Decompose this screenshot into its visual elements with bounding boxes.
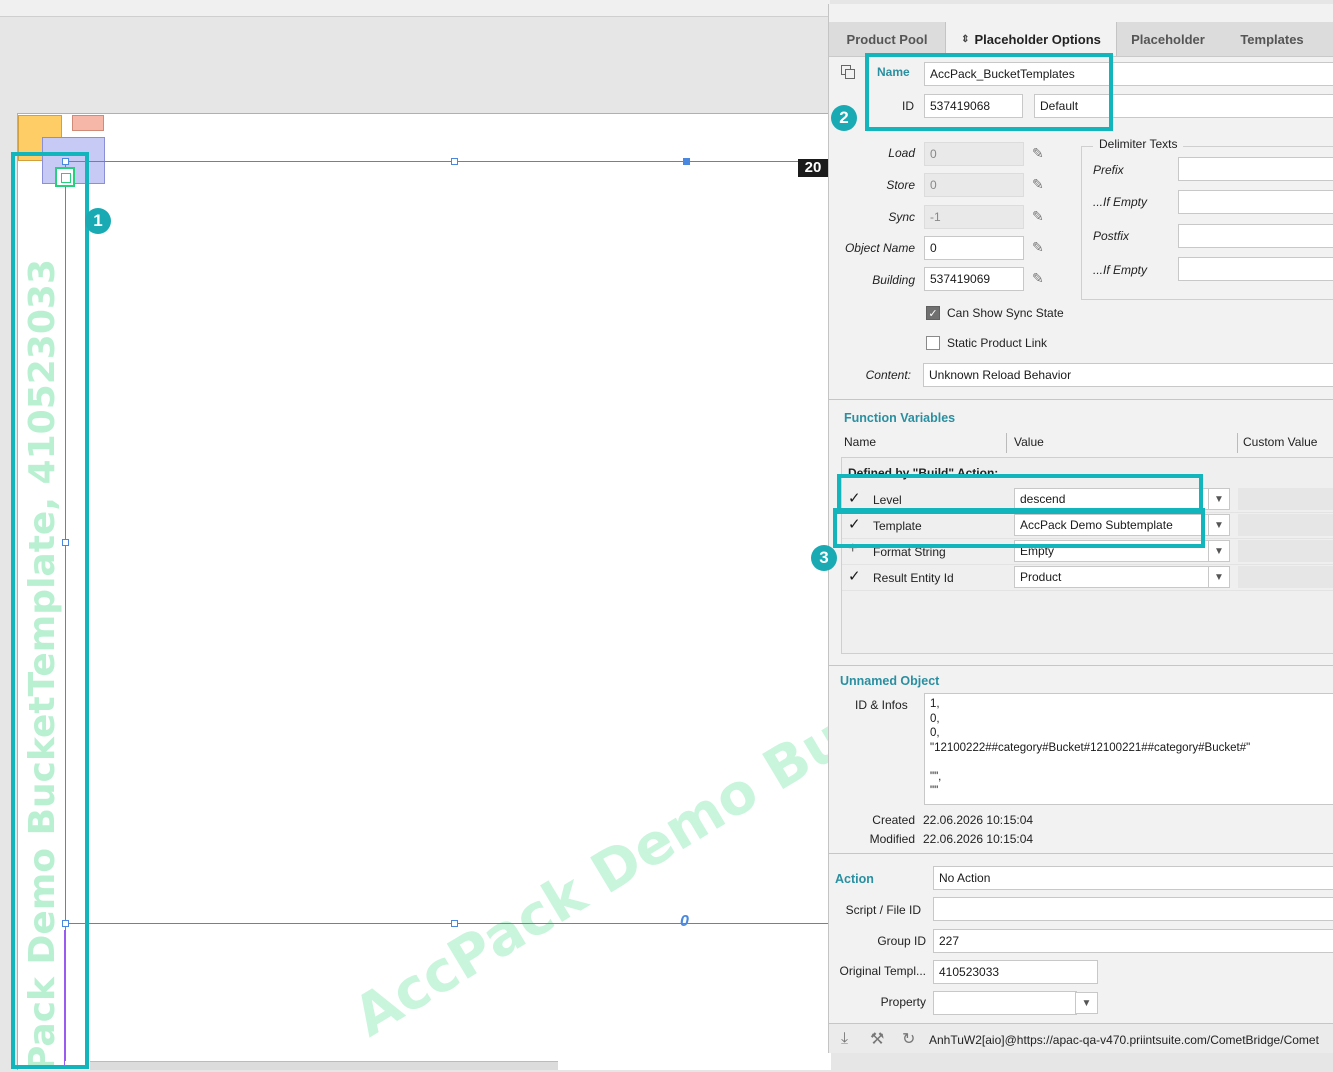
guide-bottom [65, 923, 830, 924]
row-mark: ✓ [848, 568, 861, 585]
guide-top [65, 161, 830, 162]
column-divider [1006, 433, 1007, 453]
static-product-link-checkbox[interactable] [926, 336, 940, 350]
document-page[interactable]: AccPack Demo BucketT [17, 113, 831, 1070]
unnamed-object-title: Unnamed Object [840, 674, 940, 688]
property-select[interactable] [933, 991, 1077, 1015]
annotation-box-2 [865, 53, 1113, 131]
postfix-label: Postfix [1093, 229, 1130, 243]
action-field[interactable]: No Action [933, 866, 1333, 890]
annotation-badge-1: 1 [85, 208, 111, 234]
column-header-value: Value [1014, 435, 1044, 449]
static-product-link-label: Static Product Link [947, 336, 1048, 350]
column-header-custom-value: Custom Value [1243, 435, 1318, 449]
building-label: Building [872, 273, 915, 287]
can-show-sync-state-label: Can Show Sync State [947, 306, 1064, 320]
annotation-box-1 [11, 152, 89, 1069]
created-value: 22.06.2026 10:15:04 [923, 813, 1034, 827]
edit-script-icon[interactable]: ✎ [1032, 239, 1044, 256]
if-empty-label: ...If Empty [1093, 195, 1148, 209]
sync-field: -1 [924, 205, 1024, 229]
modified-value: 22.06.2026 10:15:04 [923, 832, 1034, 846]
download-icon[interactable]: ⤓ [841, 1030, 848, 1048]
section-separator [829, 665, 1333, 666]
section-separator [829, 853, 1333, 854]
id-infos-label: ID & Infos [855, 698, 908, 712]
hammer-icon[interactable]: ⚒ [870, 1029, 884, 1049]
chevron-down-icon[interactable]: ▼ [1075, 992, 1098, 1014]
row-value[interactable]: Product [1014, 566, 1210, 588]
tab-product-pool[interactable]: Product Pool [829, 22, 945, 56]
created-label: Created [872, 813, 915, 827]
script-file-id-field[interactable] [933, 897, 1333, 921]
if-empty-field[interactable] [1178, 190, 1333, 214]
can-show-sync-state-checkbox[interactable]: ✓ [926, 306, 940, 320]
chevron-down-icon[interactable]: ▼ [1208, 488, 1230, 510]
delimiter-title: Delimiter Texts [1093, 137, 1184, 151]
custom-value-cell[interactable] [1238, 514, 1333, 536]
custom-value-cell[interactable] [1238, 488, 1333, 510]
edit-script-icon[interactable]: ✎ [1032, 145, 1044, 162]
chevron-down-icon[interactable]: ▼ [1208, 566, 1230, 588]
content-field[interactable]: Unknown Reload Behavior [923, 363, 1333, 387]
zero-marker: 0 [680, 913, 689, 930]
custom-value-cell[interactable] [1238, 566, 1333, 588]
copy-icon[interactable] [840, 64, 856, 80]
panel-tabbar: Product Pool ⇕ Placeholder Options Placeh… [829, 22, 1333, 57]
sort-arrows-icon: ⇕ [961, 33, 970, 45]
modified-label: Modified [869, 832, 915, 846]
load-field: 0 [924, 142, 1024, 166]
group-id-label: Group ID [877, 934, 926, 948]
load-label: Load [888, 146, 915, 160]
refresh-icon[interactable]: ↻ [902, 1029, 915, 1049]
prefix-label: Prefix [1093, 163, 1124, 177]
original-template-field[interactable]: 410523033 [933, 960, 1098, 984]
handle-top-right[interactable] [683, 158, 690, 165]
sync-label: Sync [888, 210, 915, 224]
prefix-field[interactable] [1178, 157, 1333, 181]
handle-top-mid[interactable] [451, 158, 458, 165]
row-name: Result Entity Id [873, 571, 954, 585]
edit-script-icon[interactable]: ✎ [1032, 208, 1044, 225]
annotation-badge-2: 2 [831, 105, 857, 131]
custom-value-cell[interactable] [1238, 540, 1333, 562]
chevron-down-icon[interactable]: ▼ [1208, 540, 1230, 562]
building-field[interactable]: 537419069 [924, 267, 1024, 291]
watermark-diagonal: AccPack Demo BucketT [343, 616, 831, 1050]
column-header-name: Name [844, 435, 877, 449]
content-label: Content: [865, 368, 911, 382]
property-label: Property [880, 995, 926, 1009]
tab-placeholder-options[interactable]: ⇕ Placeholder Options [945, 22, 1117, 56]
status-bar: ⤓ ⚒ ↻ AnhTuW2[aio]@https://apac-qa-v470.… [829, 1023, 1333, 1053]
action-title: Action [835, 872, 874, 886]
script-file-id-label: Script / File ID [845, 903, 921, 917]
postfix-field[interactable] [1178, 224, 1333, 248]
handle-bottom-mid[interactable] [451, 920, 458, 927]
edit-script-icon[interactable]: ✎ [1032, 176, 1044, 193]
section-separator [829, 399, 1333, 400]
frame-counter: 20 [798, 159, 828, 177]
chevron-down-icon[interactable]: ▼ [1208, 514, 1230, 536]
object-name-field[interactable]: 0 [924, 236, 1024, 260]
annotation-badge-3: 3 [811, 545, 837, 571]
function-variables-title: Function Variables [844, 411, 956, 425]
store-field: 0 [924, 173, 1024, 197]
annotation-box-3b [833, 508, 1205, 548]
top-toolbar-strip [0, 0, 830, 17]
store-label: Store [886, 178, 915, 192]
if-empty-2-field[interactable] [1178, 257, 1333, 281]
pink-frame[interactable] [72, 115, 104, 131]
group-id-field[interactable]: 227 [933, 929, 1333, 953]
id-infos-textarea[interactable]: 1, 0, 0, "12100222##category#Bucket#1210… [924, 693, 1333, 805]
tab-templates[interactable]: Templates [1221, 22, 1323, 56]
connection-status: AnhTuW2[aio]@https://apac-qa-v470.priint… [929, 1033, 1319, 1047]
original-template-label: Original Templ... [839, 964, 926, 978]
tab-placeholder[interactable]: Placeholder [1115, 22, 1221, 56]
if-empty-2-label: ...If Empty [1093, 263, 1148, 277]
edit-script-icon[interactable]: ✎ [1032, 270, 1044, 287]
column-divider [1237, 433, 1238, 453]
object-name-label: Object Name [844, 241, 915, 255]
table-row[interactable]: ✓ Result Entity Id Product ▼ [842, 564, 1333, 591]
